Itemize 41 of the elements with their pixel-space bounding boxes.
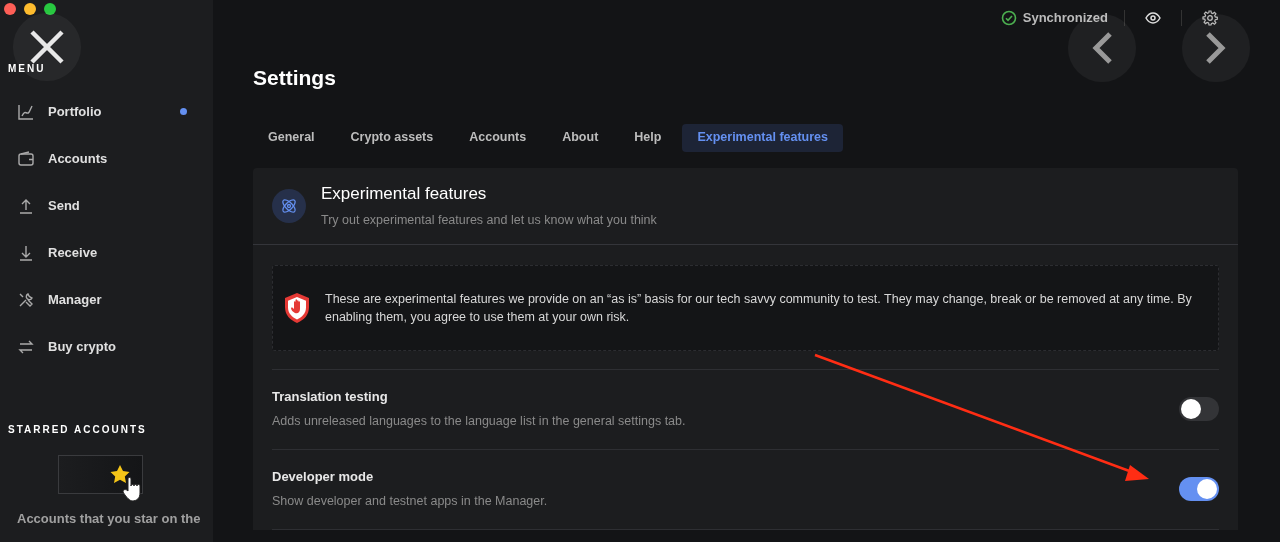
section-title: Experimental features [321, 183, 488, 206]
wallet-icon [17, 149, 35, 168]
setting-title: Translation testing [272, 387, 389, 406]
settings-tab[interactable]: About [547, 123, 614, 152]
window-minimize-control[interactable] [24, 3, 36, 15]
page-title: Settings [253, 65, 337, 91]
eye-icon [1145, 12, 1161, 24]
section-subtitle: Try out experimental features and let us know what you think [321, 211, 657, 229]
starred-hint-text: Accounts that you star on the [16, 510, 202, 528]
atom-icon [272, 188, 306, 223]
nav-item[interactable]: Buy crypto [0, 323, 213, 370]
toggle-switch[interactable] [1179, 477, 1219, 501]
nav-item[interactable]: Receive [0, 229, 213, 276]
window-maximize-control[interactable] [44, 3, 56, 15]
sync-status[interactable]: Synchronized [1000, 8, 1108, 28]
settings-tab[interactable]: Crypto assets [335, 123, 449, 152]
chart-icon [17, 102, 35, 121]
settings-tab[interactable]: General [253, 123, 330, 152]
tools-icon [17, 290, 35, 309]
chevron-right-icon [1205, 31, 1227, 65]
setting-description: Adds unreleased languages to the language list in the general settings tab. [272, 413, 687, 431]
close-icon [29, 29, 65, 65]
settings-icon [1202, 10, 1218, 26]
shield-hand-icon [283, 291, 311, 324]
nav-item[interactable]: Accounts [0, 135, 213, 182]
nav-item[interactable]: Send [0, 182, 213, 229]
setting-description: Show developer and testnet apps in the Manager. [272, 493, 549, 511]
window-close-control[interactable] [4, 3, 16, 15]
settings-tab[interactable]: Accounts [454, 123, 542, 152]
settings-tab[interactable]: Help [619, 123, 677, 152]
check-circle-icon [1000, 10, 1017, 26]
download-icon [17, 243, 35, 262]
nav-item[interactable]: Portfolio [0, 88, 213, 135]
menu-label: MENU [7, 62, 47, 76]
section-heading: STARRED ACCOUNTS [7, 423, 148, 437]
toggle-switch[interactable] [1179, 397, 1219, 421]
chevron-left-icon [1091, 31, 1113, 65]
settings-tab[interactable]: Experimental features [682, 123, 843, 152]
notice-text: These are experimental features we provide on an “as is” basis for our tech savvy community to test. They may change, break or be removed at any time. By enabling them, you agree to use them at your own risk. [325, 290, 1193, 326]
setting-title: Developer mode [272, 467, 375, 486]
nav-item[interactable]: Manager [0, 276, 213, 323]
